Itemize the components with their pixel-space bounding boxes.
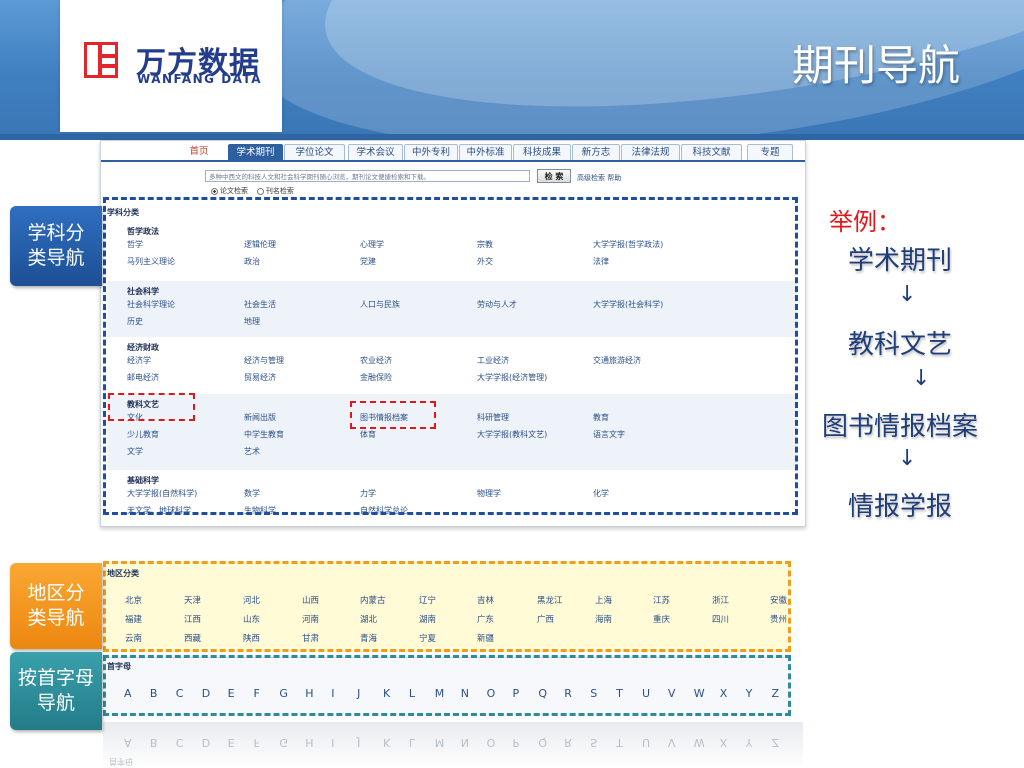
arrow-down-icon: ↓ [898,282,917,307]
tab-7[interactable]: 新方志 [572,144,620,160]
letter-reflection: V [667,736,676,749]
search-links: 高级检索 帮助 [577,173,621,183]
slide-title: 期刊导航 [791,41,960,90]
tab-10[interactable]: 专题 [747,144,793,160]
example-step-3: 图书情报档案 [822,412,979,442]
letter-reflection: W [693,736,705,749]
tab-6[interactable]: 科技成果 [513,144,571,160]
subject-nav-tag: 学科分类导航 [10,206,102,286]
screenshot-reflection: A B C D E F G H I J K L M N O P Q R S T U V W X Y Z 首字母 [103,722,803,768]
tab-2[interactable]: 学位论文 [284,144,345,160]
letter-reflection: F [253,736,260,749]
letter-reflection: U [642,736,651,749]
letter-reflection: Q [538,736,548,749]
subcategory-highlight-box [350,401,436,429]
example-step-2: 教科文艺 [848,330,953,360]
letters-heading-reflection: 首字母 [109,757,133,766]
letter-reflection: K [383,736,391,749]
tab-4[interactable]: 中外专利 [404,144,458,160]
letter-reflection: Y [745,736,753,749]
region-highlight-box [103,561,791,652]
letter-reflection: L [408,736,416,749]
radio-label: 刊名检索 [265,187,294,195]
letter-reflection: H [305,736,314,749]
radio-label: 论文检索 [220,187,248,195]
nav-bar: 首页 学术期刊 学位论文 学术会议 中外专利 中外标准 科技成果 新方志 法律法规 科技文献 专题 [101,144,805,162]
search-mode-radios: 论文检索 刊名检索 [211,186,294,196]
wanfang-logo-icon [84,42,118,78]
tab-3[interactable]: 学术会议 [348,144,403,160]
letter-nav-tag: 按首字母导航 [10,652,102,730]
letter-reflection: I [331,736,335,749]
example-step-1: 学术期刊 [848,246,953,276]
letter-reflection: D [201,736,211,749]
radio-paper-search[interactable] [211,187,218,195]
letter-reflection: E [227,736,235,749]
tag-label: 按首字母导航 [17,667,94,714]
letter-reflection: J [357,736,361,749]
help-link[interactable]: 帮助 [607,174,621,182]
letter-reflection: M [434,736,445,749]
letter-highlight-box [103,655,791,716]
letter-reflection: N [460,736,469,749]
letter-reflection: A [124,736,132,749]
letter-reflection: G [279,736,288,749]
letter-reflection: O [486,736,496,749]
region-nav-tag: 地区分类导航 [10,563,102,649]
example-step-4: 情报学报 [848,492,953,522]
search-button[interactable]: 检 索 [537,169,571,183]
tab-5[interactable]: 中外标准 [459,144,512,160]
radio-title-search[interactable] [256,187,264,195]
tab-8[interactable]: 法律法规 [621,144,680,160]
arrow-down-icon: ↓ [898,446,917,471]
tab-9[interactable]: 科技文献 [681,144,742,160]
logo-subtext: WANFANG DATA [137,72,263,86]
letter-reflection: P [512,736,520,749]
search-input[interactable]: 多种中西文的科技人文和社会科学期刊随心浏览，期刊论文便捷检索和下载。 [205,170,530,182]
tag-label: 地区分类导航 [27,582,85,629]
tag-label: 学科分类导航 [27,222,85,269]
example-title: 举例： [829,208,901,236]
letter-reflection: C [175,736,184,749]
letter-reflection: Z [771,736,780,749]
subject-highlight-box [103,197,798,515]
letter-reflection: T [616,736,623,749]
arrow-down-icon: ↓ [912,366,931,391]
letter-reflection: S [590,736,598,749]
letter-reflection: R [564,736,572,749]
advanced-search-link[interactable]: 高级检索 [577,174,605,182]
category-highlight-box [108,393,195,421]
letter-reflection: X [719,736,728,749]
letter-reflection: B [149,736,158,749]
tab-1[interactable]: 学术期刊 [228,144,283,160]
tab-0[interactable]: 首页 [173,144,225,159]
